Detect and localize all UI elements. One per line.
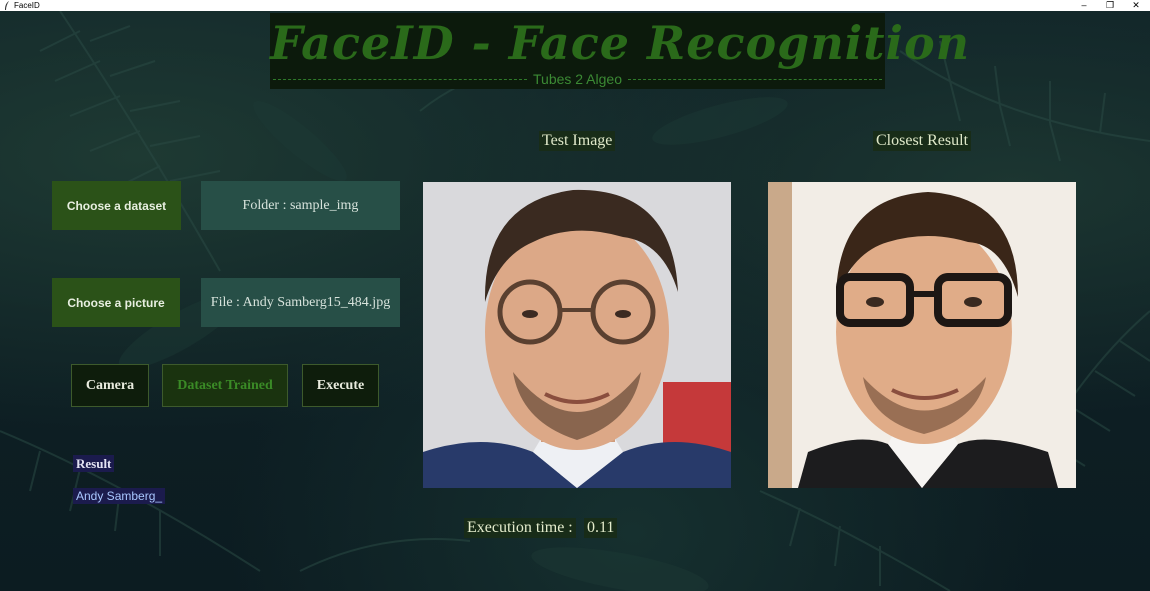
window-title: FaceID: [14, 1, 40, 10]
subtitle-row: Tubes 2 Algeo: [273, 71, 882, 87]
divider: [273, 78, 527, 80]
picture-file-field: File : Andy Samberg15_484.jpg: [201, 278, 400, 327]
feather-icon: [5, 1, 9, 10]
closest-result-label: Closest Result: [873, 131, 972, 151]
choose-picture-button[interactable]: Choose a picture: [52, 278, 180, 327]
choose-dataset-button[interactable]: Choose a dataset: [52, 181, 181, 230]
app-title: FaceID - Face Recognition: [270, 16, 971, 70]
execution-time-value: 0.11: [584, 518, 618, 538]
app-header: FaceID - Face Recognition Tubes 2 Algeo: [270, 13, 971, 89]
closest-result-image: [768, 182, 1076, 488]
minimize-button[interactable]: –: [1074, 0, 1094, 11]
app-subtitle: Tubes 2 Algeo: [533, 71, 622, 87]
result-label: Result: [73, 455, 115, 472]
camera-button[interactable]: Camera: [71, 364, 149, 407]
result-value: Andy Samberg_: [73, 488, 166, 504]
test-image: [423, 182, 731, 488]
close-button[interactable]: ✕: [1126, 0, 1146, 11]
execute-button[interactable]: Execute: [302, 364, 379, 407]
dataset-folder-field: Folder : sample_img: [201, 181, 400, 230]
divider: [628, 78, 882, 80]
test-image-label: Test Image: [539, 131, 616, 151]
dataset-trained-button[interactable]: Dataset Trained: [162, 364, 288, 407]
maximize-button[interactable]: ❐: [1100, 0, 1120, 11]
execution-time-label: Execution time :: [464, 518, 576, 538]
window-titlebar: FaceID – ❐ ✕: [0, 0, 1150, 11]
